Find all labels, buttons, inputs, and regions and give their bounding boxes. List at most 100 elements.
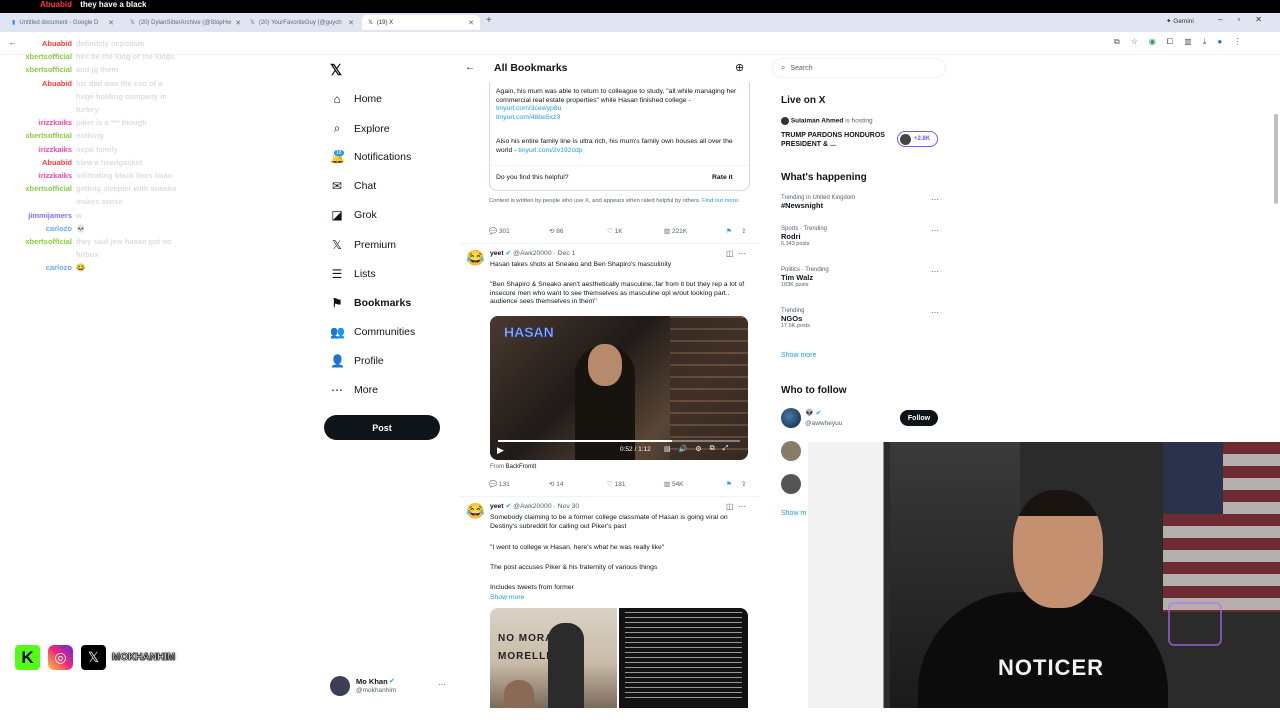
extension-icon[interactable]: ◉ [1149,37,1156,47]
trend-more-icon[interactable]: ⋯ [931,267,939,276]
profile-icon[interactable]: ● [1217,37,1222,47]
live-listeners[interactable]: +2.8K [897,131,938,147]
gemini-button[interactable]: ✦ Gemini [1166,17,1194,25]
bookmark-icon[interactable]: ⚑ [726,480,741,488]
nav-item-profile[interactable]: 👤 Profile [330,354,384,368]
live-host[interactable]: Sulaiman Ahmed is hosting [781,117,873,125]
tweet-handle[interactable]: @Awk20000 [513,250,552,257]
close-tab-icon[interactable]: ✕ [468,19,474,27]
captions-icon[interactable]: ▤ [664,445,671,453]
grok-icon[interactable]: ◫ [726,249,734,258]
nav-item-home[interactable]: ⌂ Home [330,92,382,106]
tweet-image[interactable]: NO MORALS MORELLI [490,608,748,708]
menu-icon[interactable]: ⋮ [1233,37,1241,47]
nav-item-bookmarks[interactable]: ⚑ Bookmarks [330,296,412,310]
repost-button[interactable]: ⟲ 86 [549,227,607,235]
tweet-handle[interactable]: @Awk20000 [513,503,552,510]
screen-share-icon[interactable]: ⧉ [1114,37,1120,47]
video-player[interactable]: HASAN ▶ 0:52 / 1:12 ▤ 🔊 ⚙ ⧉ ⤢ [490,316,748,460]
more-icon[interactable]: ⋯ [738,502,746,511]
repost-button[interactable]: ⟲ 14 [549,480,607,488]
star-icon[interactable]: ☆ [1131,37,1138,47]
minimize-icon[interactable]: – [1218,15,1222,24]
browser-tab[interactable]: 𝕏 (20) DylanSitterArchive (@StopHw ✕ [124,15,242,30]
maximize-icon[interactable]: ▫ [1237,15,1240,24]
like-button[interactable]: ♡ 181 [607,480,664,488]
follow-avatar[interactable] [781,408,801,428]
browser-tab[interactable]: ▮ Untitled document - Google D ✕ [6,15,120,30]
trend-item[interactable]: Sports · Trending Rodri 6,343 posts ⋯ [781,226,941,247]
grok-icon[interactable]: ◫ [726,502,734,511]
bookmark-icon[interactable]: ⚑ [726,227,741,235]
nav-item-premium[interactable]: 𝕏 Premium [330,238,396,252]
note-link[interactable]: tinyurl.com/2v192cdp [518,147,582,154]
fullscreen-icon[interactable]: ⤢ [723,445,729,453]
note-link[interactable]: tinyurl.com/48be5xz3 [496,114,560,121]
browser-tab[interactable]: 𝕏 (20) YourFavoriteGuy (@guych ✕ [244,15,360,30]
tweet-author[interactable]: yeet [490,503,504,510]
source-link[interactable]: BackFromIt [506,464,537,470]
tweet-date[interactable]: · Dec 1 [554,250,576,257]
puzzle-icon[interactable]: ⧠ [1167,37,1173,47]
account-switcher[interactable]: Mo Khan ✔ @mokhanhim ⋯ [330,676,450,698]
tweet-avatar[interactable]: 😂 [466,250,485,268]
volume-icon[interactable]: 🔊 [679,445,688,453]
settings-icon[interactable]: ⚙ [695,445,701,453]
trend-more-icon[interactable]: ⋯ [931,308,939,317]
bookmark-folder-icon[interactable]: ⊕ [735,61,744,74]
show-more-trends[interactable]: Show more [781,352,816,359]
follow-button[interactable]: Follow [900,410,938,426]
trend-more-icon[interactable]: ⋯ [931,195,939,204]
follow-handle[interactable]: @awwheyuu [805,420,842,427]
reply-button[interactable]: 💬 131 [489,480,549,488]
views-button[interactable]: ▥ 54K [664,480,726,488]
tweet-avatar[interactable]: 😂 [466,503,485,521]
search-box[interactable]: ⌕ Search [772,58,946,78]
chat-username: Abuabid [42,78,72,88]
find-out-more-link[interactable]: Find out more. [702,198,739,204]
close-tab-icon[interactable]: ✕ [348,19,354,27]
back-button[interactable]: ← [465,62,475,73]
close-tab-icon[interactable]: ✕ [235,19,241,27]
note-link[interactable]: tinyurl.com/3cewyp8u [496,105,561,112]
tweet-date[interactable]: · Nov 30 [554,503,580,510]
pip-icon[interactable]: ⧉ [710,445,715,453]
trend-item[interactable]: Trending in United Kingdom #Newsnight ⋯ [781,195,941,210]
share-icon[interactable]: ⇪ [741,480,746,488]
search-input[interactable]: Search [790,65,812,72]
follow-avatar[interactable] [781,441,801,461]
new-tab-button[interactable]: + [486,15,492,26]
nav-item-grok[interactable]: ◪ Grok [330,208,376,222]
chat-message: huge holding company in [0,92,167,101]
post-button[interactable]: Post [324,415,440,440]
more-icon[interactable]: ⋯ [738,249,746,258]
show-more-link[interactable]: Show more [490,594,524,603]
trend-item[interactable]: Trending NGOs 17.5K posts ⋯ [781,308,941,329]
sidebar-icon[interactable]: ▥ [1184,37,1192,47]
close-tab-icon[interactable]: ✕ [108,19,114,27]
download-icon[interactable]: ⤓ [1203,37,1207,47]
video-progress[interactable] [498,440,740,442]
share-icon[interactable]: ⇪ [741,227,746,235]
like-button[interactable]: ♡ 1K [607,227,664,235]
trend-item[interactable]: Politics · Trending Tim Walz 183K posts ⋯ [781,267,941,288]
video-time: 0:52 / 1:12 [620,446,651,453]
follow-avatar[interactable] [781,474,801,494]
nav-item-chat[interactable]: ✉ Chat [330,179,376,193]
reply-button[interactable]: 💬 301 [489,227,549,235]
browser-tab-active[interactable]: 𝕏 (19) X ✕ [362,15,480,30]
x-home-logo[interactable]: 𝕏 [330,61,342,79]
nav-item-lists[interactable]: ☰ Lists [330,267,376,281]
play-icon[interactable]: ▶ [497,445,504,456]
close-window-icon[interactable]: ✕ [1255,15,1262,24]
live-text[interactable]: TRUMP PARDONS HONDUROS PRESIDENT & ... [781,131,893,149]
show-more-follow[interactable]: Show m [781,510,806,517]
scrollbar-thumb[interactable] [1274,114,1278,204]
nav-item-explore[interactable]: ⌕ Explore [330,121,390,136]
nav-item-communities[interactable]: 👥 Communities [330,325,415,339]
views-button[interactable]: ▥ 221K [664,227,726,235]
tweet-author[interactable]: yeet [490,250,504,257]
rate-it-button[interactable]: Rate it [712,174,733,183]
nav-item-more[interactable]: ⋯ More [330,383,378,397]
trend-more-icon[interactable]: ⋯ [931,226,939,235]
